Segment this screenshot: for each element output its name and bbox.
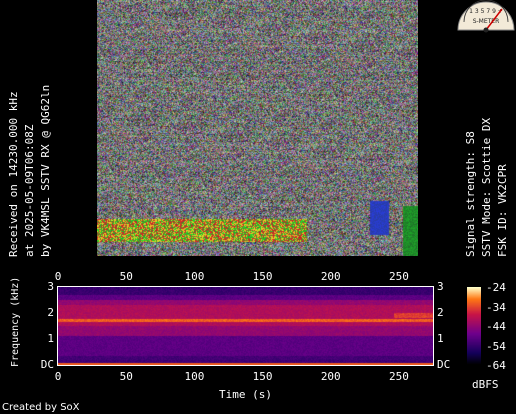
caption-receiver-station: by VK4MSL SSTV RX @ QG62ln bbox=[39, 84, 52, 257]
x-tick-label: 50 bbox=[119, 270, 133, 283]
y-tick-label-left: 2 bbox=[47, 306, 55, 319]
x-tick-label: 0 bbox=[54, 270, 62, 283]
y-tick-label-left: 1 bbox=[47, 332, 55, 345]
x-tick-label: 150 bbox=[252, 370, 273, 383]
y-tick-label-right: 2 bbox=[437, 306, 444, 319]
sstv-received-image bbox=[97, 0, 418, 256]
y-tick-label-right: DC bbox=[437, 358, 451, 371]
y-tick-label-left: DC bbox=[40, 358, 55, 371]
x-tick-label: 250 bbox=[389, 370, 409, 383]
sstv-noise-canvas bbox=[97, 0, 418, 256]
caption-sstv-mode: SSTV Mode: Scottie DX bbox=[480, 117, 493, 257]
colorbar-tick-label: -54 bbox=[486, 339, 506, 353]
colorbar-gradient bbox=[467, 287, 481, 365]
spectrogram-xlabel: Time (s) bbox=[219, 388, 272, 401]
colorbar-tick-label: -44 bbox=[486, 320, 506, 333]
sox-credit: Created by SoX bbox=[2, 402, 80, 413]
s-meter-pivot bbox=[483, 27, 489, 33]
y-tick-label-left: 3 bbox=[47, 280, 55, 293]
caption-received-time: at 2025-05-09T06:08Z bbox=[23, 124, 36, 257]
x-tick-label: 100 bbox=[184, 370, 205, 383]
caption-fsk-id: FSK ID: VK2CPR bbox=[496, 164, 509, 257]
caption-received-frequency: Received on 14230.000 kHz bbox=[7, 91, 20, 257]
colorbar-unit: dBFS bbox=[472, 378, 499, 391]
s-meter-face bbox=[457, 1, 515, 31]
s-meter-label: S-METER bbox=[473, 18, 500, 25]
x-tick-label: 100 bbox=[184, 270, 205, 283]
x-tick-label: 0 bbox=[54, 370, 62, 383]
spectrogram-ylabel: Frequency (kHz) bbox=[10, 276, 21, 367]
x-tick-label: 150 bbox=[252, 270, 273, 283]
y-tick-label-right: 3 bbox=[437, 280, 444, 293]
caption-signal-strength: Signal strength: S8 bbox=[464, 131, 477, 257]
x-tick-label: 250 bbox=[389, 270, 409, 283]
x-tick-label: 200 bbox=[320, 270, 341, 283]
colorbar-tick-label: -34 bbox=[486, 300, 506, 314]
x-tick-label: 50 bbox=[119, 370, 133, 383]
x-tick-label: 200 bbox=[320, 370, 341, 383]
s-meter-gauge: 1 3 5 7 9 + S-METER bbox=[457, 0, 515, 33]
spectrogram-plot bbox=[58, 287, 433, 365]
colorbar-tick-label: -24 bbox=[486, 281, 506, 294]
y-tick-label-right: 1 bbox=[437, 332, 444, 345]
colorbar-tick-label: -64 bbox=[486, 359, 506, 372]
